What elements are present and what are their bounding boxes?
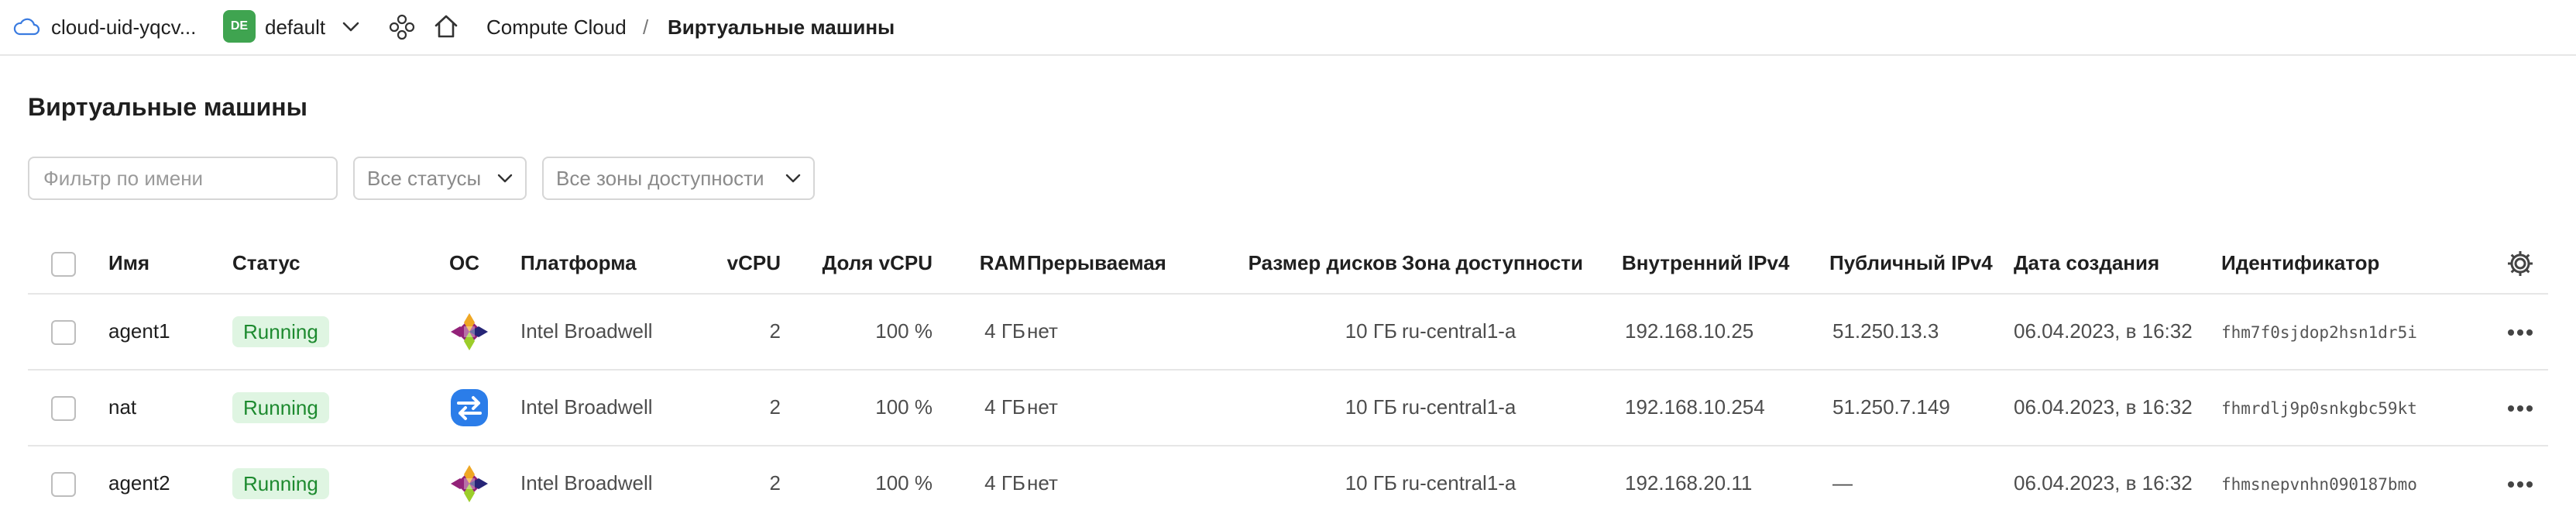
header-preemptible[interactable]: Прерываемая — [1027, 251, 1166, 275]
table-row[interactable]: agent2 Running Intel Broadwell 2 100 % 4… — [28, 446, 2548, 522]
name-filter-input[interactable] — [28, 157, 338, 200]
top-bar: cloud-uid-yqcv... DE default Compute Clo… — [0, 0, 2576, 56]
header-internal-ip[interactable]: Внутренний IPv4 — [1622, 251, 1789, 275]
public-ip-value: — — [1832, 471, 1853, 495]
vcpu-share-value: 100 % — [875, 319, 933, 343]
centos-icon — [451, 313, 488, 350]
public-ip-value: 51.250.7.149 — [1832, 395, 1950, 419]
vm-id-value: fhmsnepvnhn090187bmo — [2221, 475, 2417, 494]
table-header-row: Имя Статус ОС Платформа vCPU Доля vCPU R… — [28, 234, 2548, 295]
vm-name[interactable]: agent1 — [108, 319, 170, 343]
chevron-down-icon — [497, 174, 513, 183]
status-badge: Running — [232, 316, 329, 347]
vm-id-value: fhm7f0sjdop2hsn1dr5i — [2221, 323, 2417, 342]
vm-name[interactable]: agent2 — [108, 471, 170, 495]
disk-size-value: 10 ГБ — [1345, 471, 1397, 495]
cloud-icon — [13, 18, 40, 36]
internal-ip-value: 192.168.20.11 — [1625, 471, 1753, 495]
row-checkbox[interactable] — [51, 320, 76, 345]
vm-name[interactable]: nat — [108, 395, 136, 419]
home-icon[interactable] — [432, 12, 460, 40]
header-id[interactable]: Идентификатор — [2221, 251, 2379, 275]
cloud-selector[interactable]: cloud-uid-yqcv... — [51, 16, 196, 40]
preemptible-value: нет — [1027, 395, 1058, 419]
status-badge: Running — [232, 392, 329, 423]
more-actions-icon[interactable] — [2503, 320, 2537, 345]
vcpu-share-value: 100 % — [875, 395, 933, 419]
header-status[interactable]: Статус — [232, 251, 301, 275]
breadcrumb-separator: / — [643, 16, 649, 39]
platform-value: Intel Broadwell — [520, 395, 653, 419]
preemptible-value: нет — [1027, 319, 1058, 343]
folder-selector[interactable]: default — [265, 16, 325, 40]
header-public-ip[interactable]: Публичный IPv4 — [1829, 251, 1993, 275]
ram-value: 4 ГБ — [984, 471, 1025, 495]
ram-value: 4 ГБ — [984, 395, 1025, 419]
zone-filter-value: Все зоны доступности — [556, 166, 764, 190]
zone-value: ru-central1-a — [1402, 395, 1516, 419]
internal-ip-value: 192.168.10.254 — [1625, 395, 1765, 419]
public-ip-value: 51.250.13.3 — [1832, 319, 1939, 343]
breadcrumb-current: Виртуальные машины — [668, 16, 895, 39]
zone-value: ru-central1-a — [1402, 319, 1516, 343]
vcpu-share-value: 100 % — [875, 471, 933, 495]
preemptible-value: нет — [1027, 471, 1058, 495]
header-platform[interactable]: Платформа — [520, 251, 637, 275]
status-filter-select[interactable]: Все статусы — [353, 157, 527, 200]
ram-value: 4 ГБ — [984, 319, 1025, 343]
disk-size-value: 10 ГБ — [1345, 395, 1397, 419]
breadcrumb-compute-cloud[interactable]: Compute Cloud — [486, 16, 627, 40]
vcpu-value: 2 — [769, 471, 781, 495]
chevron-down-icon[interactable] — [341, 19, 361, 34]
vcpu-value: 2 — [769, 395, 781, 419]
header-name[interactable]: Имя — [108, 251, 149, 275]
centos-icon — [451, 465, 488, 502]
zone-filter-select[interactable]: Все зоны доступности — [542, 157, 815, 200]
table-row[interactable]: agent1 Running Intel Broadwell 2 100 % 4… — [28, 295, 2548, 371]
page-title: Виртуальные машины — [28, 93, 307, 121]
header-vcpu-share[interactable]: Доля vCPU — [802, 251, 933, 275]
header-created[interactable]: Дата создания — [2014, 251, 2159, 275]
vm-id-value: fhmrdlj9p0snkgbc59kt — [2221, 399, 2417, 418]
platform-value: Intel Broadwell — [520, 471, 653, 495]
chevron-down-icon — [785, 174, 801, 183]
internal-ip-value: 192.168.10.25 — [1625, 319, 1754, 343]
header-os[interactable]: ОС — [449, 251, 479, 275]
table-row[interactable]: nat Running Intel Broadwell 2 100 % 4 ГБ… — [28, 371, 2548, 446]
folder-badge[interactable]: DE — [223, 10, 256, 43]
header-vcpu[interactable]: vCPU — [697, 251, 781, 275]
header-disk-size[interactable]: Размер дисков — [1190, 251, 1397, 275]
more-actions-icon[interactable] — [2503, 396, 2537, 421]
nat-instance-icon — [451, 389, 488, 426]
disk-size-value: 10 ГБ — [1345, 319, 1397, 343]
gear-icon[interactable] — [2505, 248, 2536, 279]
more-actions-icon[interactable] — [2503, 472, 2537, 497]
created-value: 06.04.2023, в 16:32 — [2014, 471, 2193, 495]
zone-value: ru-central1-a — [1402, 471, 1516, 495]
header-zone[interactable]: Зона доступности — [1402, 251, 1583, 275]
platform-value: Intel Broadwell — [520, 319, 653, 343]
header-ram[interactable]: RAM — [950, 251, 1025, 275]
services-icon[interactable] — [389, 14, 415, 40]
created-value: 06.04.2023, в 16:32 — [2014, 319, 2193, 343]
status-filter-value: Все статусы — [367, 166, 482, 190]
row-checkbox[interactable] — [51, 472, 76, 497]
row-checkbox[interactable] — [51, 396, 76, 421]
select-all-checkbox[interactable] — [51, 252, 76, 277]
vcpu-value: 2 — [769, 319, 781, 343]
created-value: 06.04.2023, в 16:32 — [2014, 395, 2193, 419]
status-badge: Running — [232, 468, 329, 499]
